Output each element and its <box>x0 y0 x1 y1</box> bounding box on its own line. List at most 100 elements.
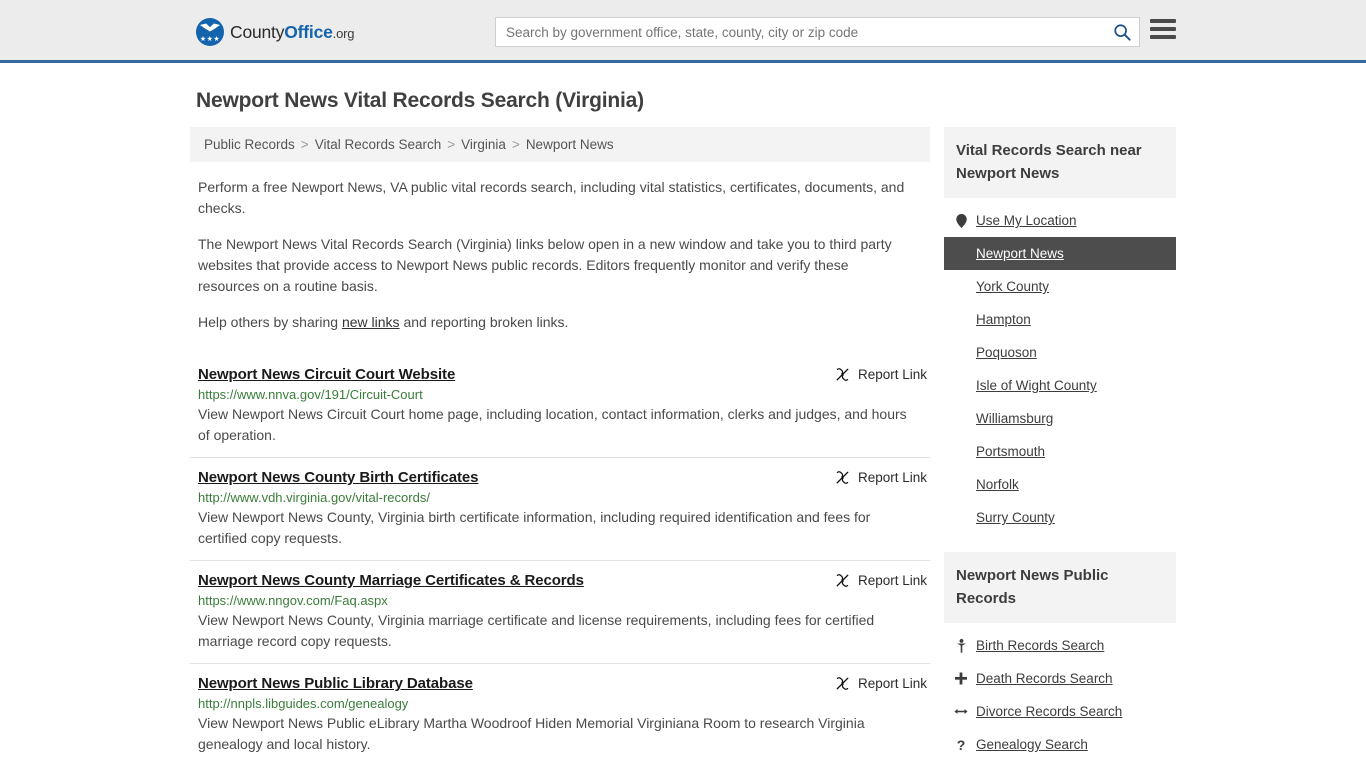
left-right-arrow-icon <box>954 706 968 717</box>
breadcrumb-separator: > <box>300 137 309 152</box>
broken-link-icon <box>836 471 849 484</box>
sidebar-record-item[interactable]: Birth Records Search <box>944 629 1176 662</box>
intro-paragraph-3: Help others by sharing new links and rep… <box>198 312 910 333</box>
eagle-icon <box>200 23 220 32</box>
result-title-link[interactable]: Newport News County Birth Certificates <box>198 469 479 486</box>
sidebar-public-records-section: Newport News Public Records Birth Record… <box>944 552 1176 761</box>
baby-icon <box>954 638 968 653</box>
sidebar-location-item[interactable]: Newport News <box>944 237 1176 270</box>
report-link-button[interactable]: Report Link <box>835 675 927 691</box>
logo-text-office: Office <box>284 21 333 42</box>
sidebar-location-item[interactable]: Williamsburg <box>944 402 1176 435</box>
cross-icon <box>954 672 968 685</box>
sidebar-location-item[interactable]: Norfolk <box>944 468 1176 501</box>
question-mark-icon: ? <box>956 736 966 753</box>
result-header: Newport News Circuit Court Website Report… <box>198 366 930 383</box>
sidebar-location-label: Williamsburg <box>976 411 1054 426</box>
sidebar-record-label: Divorce Records Search <box>976 704 1123 719</box>
result-title-link[interactable]: Newport News County Marriage Certificate… <box>198 572 584 589</box>
search-bar[interactable] <box>495 17 1140 47</box>
search-input[interactable] <box>496 18 1105 46</box>
sidebar-public-records-heading: Newport News Public Records <box>944 552 1176 623</box>
result-description: View Newport News County, Virginia birth… <box>198 509 871 546</box>
broken-link-icon <box>836 574 849 587</box>
main-column: Public Records > Vital Records Search > Virg… <box>190 127 930 768</box>
intro-paragraph-1: Perform a free Newport News, VA public v… <box>198 179 905 216</box>
sidebar-record-label: Birth Records Search <box>976 638 1105 653</box>
map-pin-icon <box>955 213 967 228</box>
sidebar-location-item[interactable]: Isle of Wight County <box>944 369 1176 402</box>
result-item: Newport News Public Library Database Repo… <box>190 663 930 766</box>
stars-icon: ★★★ <box>199 36 221 43</box>
sidebar-nearby-heading: Vital Records Search near Newport News <box>944 127 1176 198</box>
page-body: Newport News Vital Records Search (Virgi… <box>0 89 1366 768</box>
sidebar-location-item[interactable]: Portsmouth <box>944 435 1176 468</box>
intro-text-before: Help others by sharing <box>198 314 342 330</box>
result-header: Newport News County Birth Certificates Re… <box>198 469 930 486</box>
sidebar-location-label: Norfolk <box>976 477 1019 492</box>
intro-text-after: and reporting broken links. <box>399 314 569 330</box>
report-link-label: Report Link <box>857 573 927 588</box>
sidebar-location-item[interactable]: York County <box>944 270 1176 303</box>
search-button[interactable] <box>1105 18 1139 46</box>
result-title-link[interactable]: Newport News Public Library Database <box>198 675 473 692</box>
result-item: Newport News County Birth Certificates Re… <box>190 457 930 560</box>
report-link-button[interactable]: Report Link <box>835 469 927 485</box>
report-link-label: Report Link <box>857 470 927 485</box>
logo-wordmark: CountyOffice.org <box>230 22 354 43</box>
sidebar-location-label: Isle of Wight County <box>976 378 1097 393</box>
left-right-arrow-icon <box>954 709 968 714</box>
sidebar-record-item[interactable]: Divorce Records Search <box>944 695 1176 728</box>
sidebar-location-item[interactable]: Surry County <box>944 501 1176 534</box>
result-title-link[interactable]: Newport News Circuit Court Website <box>198 366 455 383</box>
report-link-button[interactable]: Report Link <box>835 572 927 588</box>
sidebar: Vital Records Search near Newport News U… <box>944 127 1176 768</box>
breadcrumb-item[interactable]: Newport News <box>526 137 614 152</box>
breadcrumb-separator: > <box>447 137 456 152</box>
sidebar-location-item[interactable]: Hampton <box>944 303 1176 336</box>
sidebar-location-label: Portsmouth <box>976 444 1046 459</box>
breadcrumb-item[interactable]: Vital Records Search <box>315 137 442 152</box>
sidebar-location-label: Newport News <box>976 246 1064 261</box>
logo-text-org: .org <box>332 25 355 41</box>
breadcrumb: Public Records > Vital Records Search > Virg… <box>190 127 930 162</box>
breadcrumb-separator: > <box>511 137 520 152</box>
sidebar-record-label: Death Records Search <box>976 671 1113 686</box>
result-url: http://nnpls.libguides.com/genealogy <box>198 696 409 711</box>
report-link-button[interactable]: Report Link <box>835 366 927 382</box>
site-logo[interactable]: ★★★ CountyOffice.org <box>196 18 354 46</box>
sidebar-location-label: Poquoson <box>976 345 1037 360</box>
result-description: View Newport News Public eLibrary Martha… <box>198 715 865 752</box>
sidebar-record-item[interactable]: ? Genealogy Search <box>944 728 1176 761</box>
content-columns: Public Records > Vital Records Search > Virg… <box>190 127 1176 768</box>
sidebar-public-records-list: Birth Records Search Death Records Search… <box>944 623 1176 761</box>
hamburger-bar <box>1150 35 1176 39</box>
site-header: ★★★ CountyOffice.org <box>0 0 1366 63</box>
new-links-link[interactable]: new links <box>342 314 400 330</box>
intro-section: Perform a free Newport News, VA public v… <box>190 177 930 333</box>
map-pin-icon <box>954 213 968 228</box>
result-url: https://www.nngov.com/Faq.aspx <box>198 593 388 608</box>
sidebar-record-item[interactable]: Death Records Search <box>944 662 1176 695</box>
sidebar-record-label: Genealogy Search <box>976 737 1088 752</box>
result-header: Newport News County Marriage Certificate… <box>198 572 930 589</box>
result-description: View Newport News Circuit Court home pag… <box>198 406 907 443</box>
sidebar-location-item[interactable]: Poquoson <box>944 336 1176 369</box>
result-item: Newport News County Marriage Certificate… <box>190 560 930 663</box>
breadcrumb-item[interactable]: Virginia <box>461 137 506 152</box>
county-office-logo-icon: ★★★ <box>196 18 224 46</box>
result-url: https://www.nnva.gov/191/Circuit-Court <box>198 387 423 402</box>
result-item: Newport News Circuit Court Website Report… <box>190 355 930 457</box>
hamburger-bar <box>1150 27 1176 31</box>
hamburger-menu-icon[interactable] <box>1150 19 1176 39</box>
sidebar-location-label: Use My Location <box>976 213 1077 228</box>
report-link-label: Report Link <box>857 676 927 691</box>
result-description: View Newport News County, Virginia marri… <box>198 612 875 649</box>
intro-paragraph-2: The Newport News Vital Records Search (V… <box>198 236 892 294</box>
sidebar-nearby-list: Use My Location Newport News York County Ha… <box>944 198 1176 534</box>
result-url: http://www.vdh.virginia.gov/vital-record… <box>198 490 430 505</box>
sidebar-location-item[interactable]: Use My Location <box>944 204 1176 237</box>
result-header: Newport News Public Library Database Repo… <box>198 675 930 692</box>
sidebar-location-label: York County <box>976 279 1050 294</box>
breadcrumb-item[interactable]: Public Records <box>204 137 295 152</box>
